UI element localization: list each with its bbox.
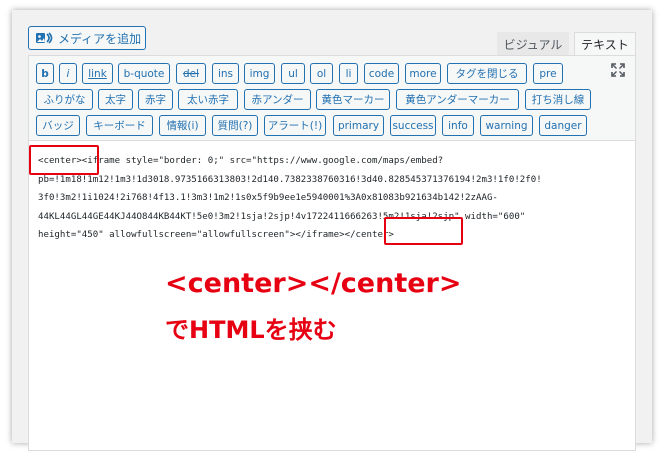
qt-ol-button[interactable]: ol [310,63,333,84]
qt-danger-button[interactable]: danger [539,115,587,136]
code-line: <center><iframe style="border: 0;" src="… [38,156,444,166]
fullscreen-icon[interactable] [611,63,625,77]
add-media-label: メディアを追加 [58,31,142,46]
qt-info-button[interactable]: info [442,115,474,136]
qt-b-button[interactable]: b [36,63,54,84]
qt-ul-button[interactable]: ul [281,63,305,84]
qt-alert-button[interactable]: アラート(!) [264,115,326,136]
qt-ins-button[interactable]: ins [212,63,239,84]
add-media-button[interactable]: メディアを追加 [28,26,146,50]
qt-i-button[interactable]: i [59,63,77,84]
qt-bold-button[interactable]: 太字 [98,89,133,110]
qt-red-underline-button[interactable]: 赤アンダー [244,89,311,110]
media-icon [36,32,53,44]
qt-strikethrough-button[interactable]: 打ち消し線 [525,89,591,110]
qt-bquote-button[interactable]: b-quote [118,63,170,84]
code-line: 3f0!3m2!1i1024!2i768!4f13.1!3m3!1m2!1s0x… [38,193,498,203]
qt-question-button[interactable]: 質問(?) [212,115,258,136]
qt-link-button[interactable]: link [82,63,113,84]
code-line: height="450" allowfullscreen="allowfulls… [38,230,394,240]
qt-bold-red-button[interactable]: 太い赤字 [178,89,238,110]
qt-yellow-marker-button[interactable]: 黄色マーカー [316,89,390,110]
tab-visual[interactable]: ビジュアル [497,32,569,56]
editor-code[interactable]: <center><iframe style="border: 0;" src="… [38,152,628,245]
center-close-highlight [384,217,463,245]
qt-del-button[interactable]: del [176,63,206,84]
qt-close-tags-button[interactable]: タグを閉じる [447,63,527,84]
qt-red-button[interactable]: 赤字 [138,89,173,110]
code-line: 44KL44GL44GE44KJ44O844KB44KT!5e0!3m2!1sj… [38,211,526,222]
qt-code-button[interactable]: code [364,63,399,84]
qt-badge-button[interactable]: バッジ [36,115,80,136]
qt-warning-button[interactable]: warning [480,115,533,136]
qt-keyboard-button[interactable]: キーボード [86,115,153,136]
qt-li-button[interactable]: li [339,63,358,84]
qt-info-i-button[interactable]: 情報(i) [159,115,206,136]
qt-img-button[interactable]: img [244,63,275,84]
code-line: pb=!1m18!1m12!1m3!1d3018.9735166313803!2… [38,174,542,185]
qt-primary-button[interactable]: primary [333,115,384,136]
qt-furigana-button[interactable]: ふりがな [36,89,93,110]
qt-more-button[interactable]: more [405,63,441,84]
qt-yellow-underline-marker-button[interactable]: 黄色アンダーマーカー [396,89,519,110]
qt-success-button[interactable]: success [390,115,436,136]
annotation-line2: でHTMLを挟む [165,316,337,344]
qt-pre-button[interactable]: pre [533,63,563,84]
annotation-line1: <center></center> [165,268,462,299]
center-open-highlight [29,145,99,175]
tab-text[interactable]: テキスト [574,32,636,56]
